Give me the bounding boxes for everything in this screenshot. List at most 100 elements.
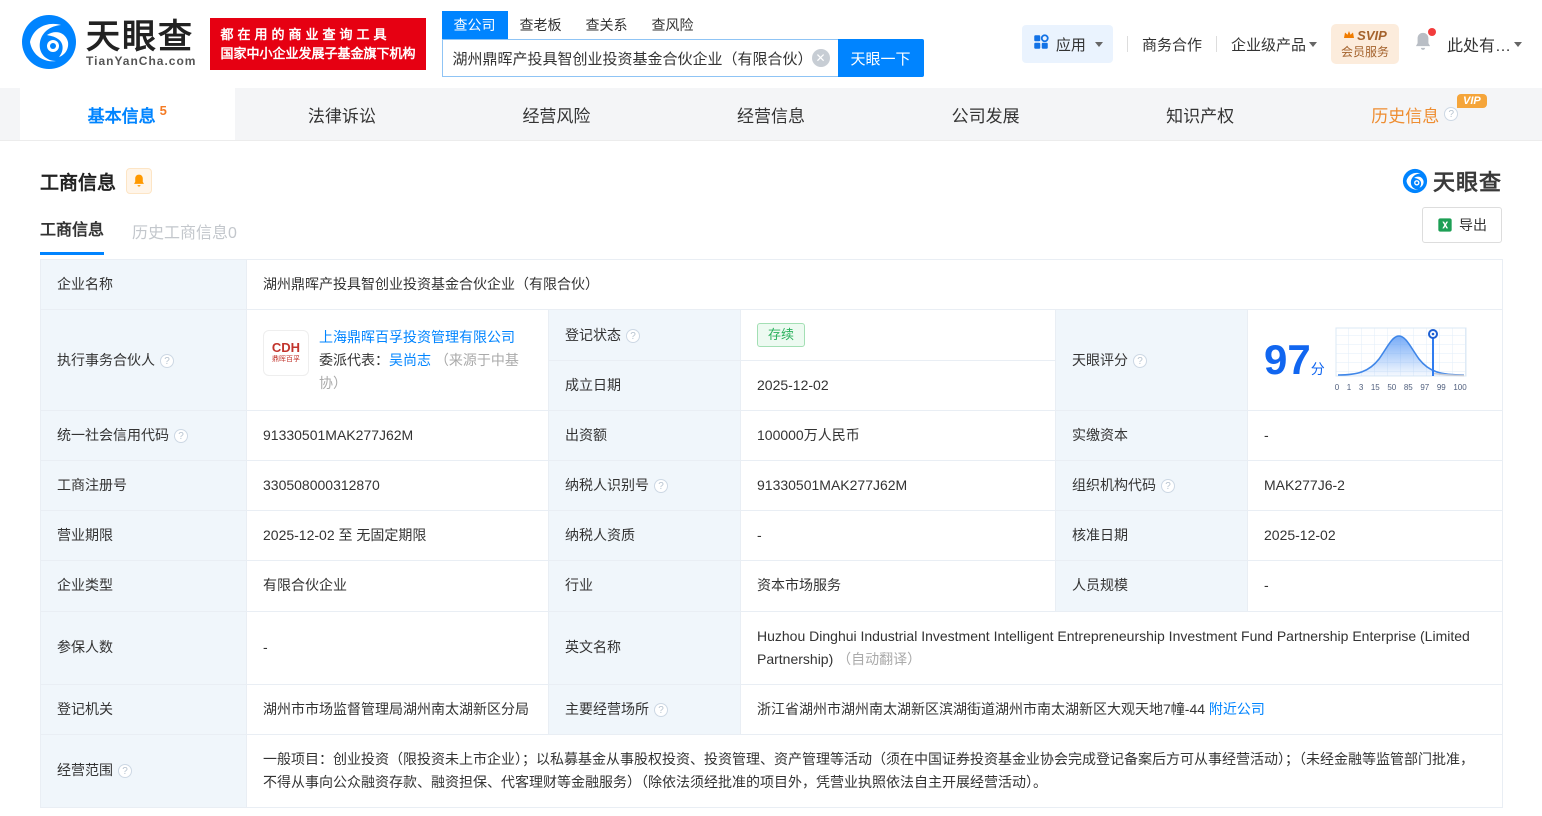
vip-badge: VIP <box>1457 94 1487 108</box>
business-address-cell: 浙江省湖州市湖州南太湖新区滨湖街道湖州市南太湖新区大观天地7幢-44 附近公司 <box>739 683 1504 735</box>
tab-company-development[interactable]: 公司发展 <box>878 88 1093 140</box>
deputy-name-link[interactable]: 吴尚志 <box>389 352 431 368</box>
tab-history-info[interactable]: VIP 历史信息 ? <box>1307 88 1522 140</box>
taxpayer-quality-value: - <box>740 510 1056 562</box>
enterprise-products-link[interactable]: 企业级产品 <box>1231 34 1317 55</box>
search-input[interactable] <box>442 49 838 67</box>
business-term-label: 营业期限 <box>40 510 247 562</box>
search-button[interactable]: 天眼一下 <box>837 39 924 77</box>
chevron-down-icon <box>1514 41 1522 47</box>
taxpayer-id-value: 91330501MAK277J62M <box>740 460 1056 512</box>
approval-date-value: 2025-12-02 <box>1246 510 1504 562</box>
notification-dot <box>1427 27 1436 36</box>
help-icon[interactable]: ? <box>654 702 668 717</box>
search-tab-risk[interactable]: 查风险 <box>640 11 706 39</box>
help-icon[interactable]: ? <box>1133 353 1147 368</box>
partner-company-logo[interactable]: CDH 鼎晖百孚 <box>263 329 309 376</box>
crown-icon <box>1343 28 1355 43</box>
reg-status-label: 登记状态? <box>548 309 741 362</box>
watermark-text: 天眼查 <box>1432 170 1502 195</box>
apps-label: 应用 <box>1055 36 1086 54</box>
help-icon[interactable]: ? <box>174 429 188 444</box>
paid-capital-label: 实缴资本 <box>1055 410 1248 462</box>
excel-icon <box>1438 218 1452 232</box>
tab-legal-proceedings[interactable]: 法律诉讼 <box>235 88 450 140</box>
table-row: 营业期限 2025-12-02 至 无固定期限 纳税人资质 - 核准日期 202… <box>40 510 1504 562</box>
org-code-label-text: 组织机构代码 <box>1072 477 1156 494</box>
partner-company-link[interactable]: 上海鼎晖百孚投资管理有限公司 <box>319 329 515 345</box>
help-icon[interactable]: ? <box>1444 107 1459 121</box>
reg-number-label: 工商注册号 <box>40 460 247 512</box>
tab-intellectual-property[interactable]: 知识产权 <box>1093 88 1308 140</box>
tab-operating-risk[interactable]: 经营风险 <box>449 88 664 140</box>
insured-count-value: - <box>246 610 549 685</box>
reg-status-cell: 存续 <box>740 309 1056 362</box>
chevron-down-icon <box>1308 41 1317 47</box>
staff-size-value: - <box>1246 560 1504 612</box>
monitor-bell-button[interactable] <box>126 168 153 194</box>
svip-member-button[interactable]: SVIP 会员服务 <box>1330 24 1399 64</box>
contribution-label: 出资额 <box>548 410 741 462</box>
help-icon[interactable]: ? <box>160 353 174 368</box>
managing-partner-label: 执行事务合伙人? <box>40 309 247 412</box>
subtab-row: 工商信息 历史工商信息0 导出 <box>40 207 1502 255</box>
reg-authority-label: 登记机关 <box>40 683 247 735</box>
staff-size-label: 人员规模 <box>1055 560 1248 612</box>
help-icon[interactable]: ? <box>1161 479 1175 494</box>
search-tabs: 查公司 查老板 查关系 查风险 <box>441 11 924 39</box>
nearby-companies-link[interactable]: 附近公司 <box>1209 701 1265 717</box>
help-icon[interactable]: ? <box>654 479 668 494</box>
org-code-value: MAK277J6-2 <box>1246 460 1504 512</box>
subtab-business-info[interactable]: 工商信息 <box>40 216 105 255</box>
help-icon[interactable]: ? <box>118 764 132 779</box>
auto-translate-note: （自动翻译） <box>837 650 922 667</box>
chevron-down-icon <box>1094 41 1103 47</box>
deputy-label: 委派代表： <box>319 351 389 368</box>
tab-history-info-label: 历史信息 <box>1371 106 1440 126</box>
industry-label: 行业 <box>548 560 741 612</box>
main-content: 工商信息 天眼查 工商信息 历史工商信息0 导出 企业名称 湖州鼎晖产投具智创业… <box>0 141 1542 809</box>
business-address-label: 主要经营场所? <box>548 683 741 735</box>
tianyancha-logo-icon <box>1402 168 1428 194</box>
credit-code-label: 统一社会信用代码? <box>40 410 247 462</box>
search-tab-company[interactable]: 查公司 <box>441 11 508 39</box>
company-type-value: 有限合伙企业 <box>246 560 549 612</box>
business-scope-label-text: 经营范围 <box>57 762 113 779</box>
industry-value: 资本市场服务 <box>740 560 1056 612</box>
tianyancha-watermark: 天眼查 <box>1402 165 1502 197</box>
reg-number-value: 330508000312870 <box>246 460 549 512</box>
table-row: 统一社会信用代码? 91330501MAK277J62M 出资额 100000万… <box>40 410 1504 462</box>
search-input-wrap: ✕ <box>441 39 838 77</box>
table-row: 企业类型 有限合伙企业 行业 资本市场服务 人员规模 - <box>40 560 1504 612</box>
tianyancha-logo[interactable]: 天眼查 TianYanCha.com <box>20 13 196 76</box>
score-distribution-chart[interactable]: 0 1 3 15 50 85 97 99 100 <box>1335 326 1467 394</box>
clear-search-icon[interactable]: ✕ <box>811 49 830 67</box>
user-account-menu[interactable]: 此处有… <box>1447 32 1522 56</box>
managing-partner-cell: CDH 鼎晖百孚 上海鼎晖百孚投资管理有限公司 委派代表：吴尚志 （来源于中基协… <box>246 309 549 412</box>
notifications-button[interactable] <box>1413 27 1436 58</box>
business-cooperation-link[interactable]: 商务合作 <box>1142 34 1202 55</box>
score-unit: 分 <box>1310 361 1325 378</box>
divider <box>1215 36 1217 52</box>
managing-partner-label-text: 执行事务合伙人 <box>57 351 155 368</box>
tab-business-info[interactable]: 经营信息 <box>664 88 879 140</box>
help-icon[interactable]: ? <box>626 328 640 343</box>
business-scope-label: 经营范围? <box>40 733 247 809</box>
search-tab-relation[interactable]: 查关系 <box>574 11 640 39</box>
score-cell: 97分 0 1 3 15 50 85 97 99 100 <box>1246 309 1504 412</box>
brand-slogan: 都在用的商业查询工具 国家中小企业发展子基金旗下机构 <box>210 18 426 70</box>
top-header: 天眼查 TianYanCha.com 都在用的商业查询工具 国家中小企业发展子基… <box>0 0 1542 88</box>
slogan-line1: 都在用的商业查询工具 <box>220 27 391 42</box>
search-tab-boss[interactable]: 查老板 <box>508 11 574 39</box>
divider <box>1126 36 1128 52</box>
tab-basic-info[interactable]: 基本信息 5 <box>20 88 235 140</box>
table-row: 工商注册号 330508000312870 纳税人识别号? 91330501MA… <box>40 460 1504 512</box>
section-title: 工商信息 <box>40 172 117 194</box>
export-button[interactable]: 导出 <box>1422 207 1502 243</box>
company-type-label: 企业类型 <box>40 560 247 612</box>
partner-logo-subtext: 鼎晖百孚 <box>272 356 300 363</box>
subtab-history-business-info[interactable]: 历史工商信息0 <box>132 219 237 255</box>
apps-menu-button[interactable]: 应用 <box>1021 25 1113 63</box>
score-label: 天眼评分? <box>1055 309 1248 412</box>
taxpayer-id-label: 纳税人识别号? <box>548 460 741 512</box>
